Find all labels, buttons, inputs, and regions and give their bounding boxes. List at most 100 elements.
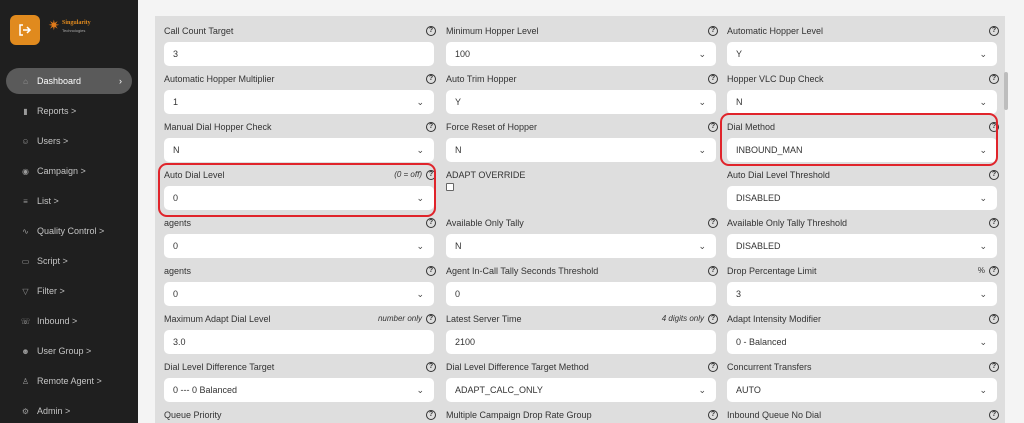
chevron-down-icon: ⌄ [698, 49, 706, 59]
field-value: 0 --- 0 Balanced [173, 385, 238, 395]
help-icon[interactable]: ? [708, 266, 718, 276]
select-agents[interactable]: 0 ⌄ [164, 282, 434, 306]
input-agent-in-call-tally-seconds-threshold[interactable]: 0 [446, 282, 716, 306]
help-icon[interactable]: ? [989, 314, 999, 324]
sidebar-item-users[interactable]: ☺ Users > [6, 128, 132, 154]
sidebar: ✷ Singularity Technologies ⌂ Dashboard › ▮ R… [0, 0, 138, 423]
users-icon: ☺ [21, 136, 30, 146]
help-icon[interactable]: ? [708, 74, 718, 84]
sidebar-item-filter[interactable]: ▽ Filter > [6, 278, 132, 304]
field-label-text: Queue Priority [164, 410, 222, 420]
field-value: DISABLED [736, 241, 781, 251]
sidebar-item-remote-agent[interactable]: ♙ Remote Agent > [6, 368, 132, 394]
help-icon[interactable]: ? [989, 218, 999, 228]
select-drop-percentage-limit[interactable]: 3 ⌄ [727, 282, 997, 306]
select-dial-level-difference-target[interactable]: 0 --- 0 Balanced ⌄ [164, 378, 434, 402]
select-auto-dial-level-threshold[interactable]: DISABLED ⌄ [727, 186, 997, 210]
field-label-text: agents [164, 266, 192, 276]
help-icon[interactable]: ? [989, 410, 999, 420]
help-icon[interactable]: ? [708, 218, 718, 228]
field-label: Minimum Hopper Level? [446, 26, 718, 38]
remote-agent-icon: ♙ [21, 376, 30, 386]
home-icon: ⌂ [23, 76, 28, 86]
pulse-icon: ∿ [22, 226, 29, 236]
field-label: agents? [164, 218, 436, 230]
field-value: 3.0 [173, 337, 186, 347]
help-icon[interactable]: ? [708, 314, 718, 324]
field-value: N [173, 145, 180, 155]
sidebar-item-campaign[interactable]: ◉ Campaign > [6, 158, 132, 184]
help-icon[interactable]: ? [989, 26, 999, 36]
select-automatic-hopper-multiplier[interactable]: 1 ⌄ [164, 90, 434, 114]
logout-button[interactable] [10, 15, 40, 45]
sidebar-item-reports[interactable]: ▮ Reports > [6, 98, 132, 124]
field-value: AUTO [736, 385, 761, 395]
field-label-text: Hopper VLC Dup Check [727, 74, 824, 84]
field-label: Manual Dial Hopper Check? [164, 122, 436, 134]
select-hopper-vlc-dup-check[interactable]: N ⌄ [727, 90, 997, 114]
field-value: 3 [736, 289, 742, 299]
scrollbar[interactable] [1004, 72, 1008, 110]
help-icon[interactable]: ? [989, 266, 999, 276]
help-icon[interactable]: ? [989, 74, 999, 84]
help-icon[interactable]: ? [426, 26, 436, 36]
input-latest-server-time[interactable]: 2100 [446, 330, 716, 354]
help-icon[interactable]: ? [708, 122, 718, 132]
help-icon[interactable]: ? [708, 26, 718, 36]
help-icon[interactable]: ? [426, 314, 436, 324]
input-maximum-adapt-dial-level[interactable]: 3.0 [164, 330, 434, 354]
broadcast-icon: ◉ [22, 166, 29, 176]
field-label-text: Concurrent Transfers [727, 362, 812, 372]
help-icon[interactable]: ? [426, 74, 436, 84]
field-label: Adapt Intensity Modifier? [727, 314, 999, 326]
field-label-text: Inbound Queue No Dial [727, 410, 822, 420]
select-minimum-hopper-level[interactable]: 100 ⌄ [446, 42, 716, 66]
select-force-reset-of-hopper[interactable]: N ⌄ [446, 138, 716, 162]
sidebar-item-label: Users > [37, 136, 69, 146]
field-label-text: Drop Percentage Limit [727, 266, 817, 276]
sidebar-item-inbound[interactable]: ☏ Inbound > [6, 308, 132, 334]
sidebar-item-dashboard[interactable]: ⌂ Dashboard › [6, 68, 132, 94]
field-label: Auto Trim Hopper? [446, 74, 718, 86]
field-value: 0 [173, 289, 179, 299]
select-automatic-hopper-level[interactable]: Y ⌄ [727, 42, 997, 66]
help-icon[interactable]: ? [426, 122, 436, 132]
field-label: Drop Percentage Limit%? [727, 266, 999, 278]
field-label: Latest Server Time 4 digits only? [446, 314, 718, 326]
help-icon[interactable]: ? [426, 362, 436, 372]
field-label-text: Minimum Hopper Level [446, 26, 539, 36]
sidebar-item-script[interactable]: ▭ Script > [6, 248, 132, 274]
select-available-only-tally-threshold[interactable]: DISABLED ⌄ [727, 234, 997, 258]
field-label-text: Force Reset of Hopper [446, 122, 538, 132]
sidebar-item-label: Remote Agent > [37, 376, 102, 386]
field-label-text: Multiple Campaign Drop Rate Group [446, 410, 592, 420]
select-available-only-tally[interactable]: N ⌄ [446, 234, 716, 258]
chevron-down-icon: ⌄ [416, 97, 424, 107]
chevron-down-icon: ⌄ [979, 193, 987, 203]
sidebar-item-user-group[interactable]: ☻ User Group > [6, 338, 132, 364]
sidebar-item-admin[interactable]: ⚙ Admin > [6, 398, 132, 423]
sidebar-item-list[interactable]: ≡ List > [6, 188, 132, 214]
help-icon[interactable]: ? [426, 266, 436, 276]
adapt-override-checkbox[interactable] [446, 183, 454, 191]
input-call-count-target[interactable]: 3 [164, 42, 434, 66]
field-label-text: Available Only Tally [446, 218, 524, 228]
help-icon[interactable]: ? [426, 218, 436, 228]
select-auto-trim-hopper[interactable]: Y ⌄ [446, 90, 716, 114]
sidebar-item-label: Script > [37, 256, 68, 266]
help-icon[interactable]: ? [989, 170, 999, 180]
list-icon: ≡ [23, 196, 28, 206]
sidebar-item-quality-control[interactable]: ∿ Quality Control > [6, 218, 132, 244]
sidebar-item-label: Campaign > [37, 166, 86, 176]
phone-icon: ☏ [20, 316, 31, 326]
select-adapt-intensity-modifier[interactable]: 0 - Balanced ⌄ [727, 330, 997, 354]
select-concurrent-transfers[interactable]: AUTO ⌄ [727, 378, 997, 402]
help-icon[interactable]: ? [708, 362, 718, 372]
select-dial-level-difference-target-method[interactable]: ADAPT_CALC_ONLY ⌄ [446, 378, 716, 402]
help-icon[interactable]: ? [426, 410, 436, 420]
brand-sub: Technologies [62, 28, 86, 33]
help-icon[interactable]: ? [708, 410, 718, 420]
select-manual-dial-hopper-check[interactable]: N ⌄ [164, 138, 434, 162]
select-agents[interactable]: 0 ⌄ [164, 234, 434, 258]
help-icon[interactable]: ? [989, 362, 999, 372]
